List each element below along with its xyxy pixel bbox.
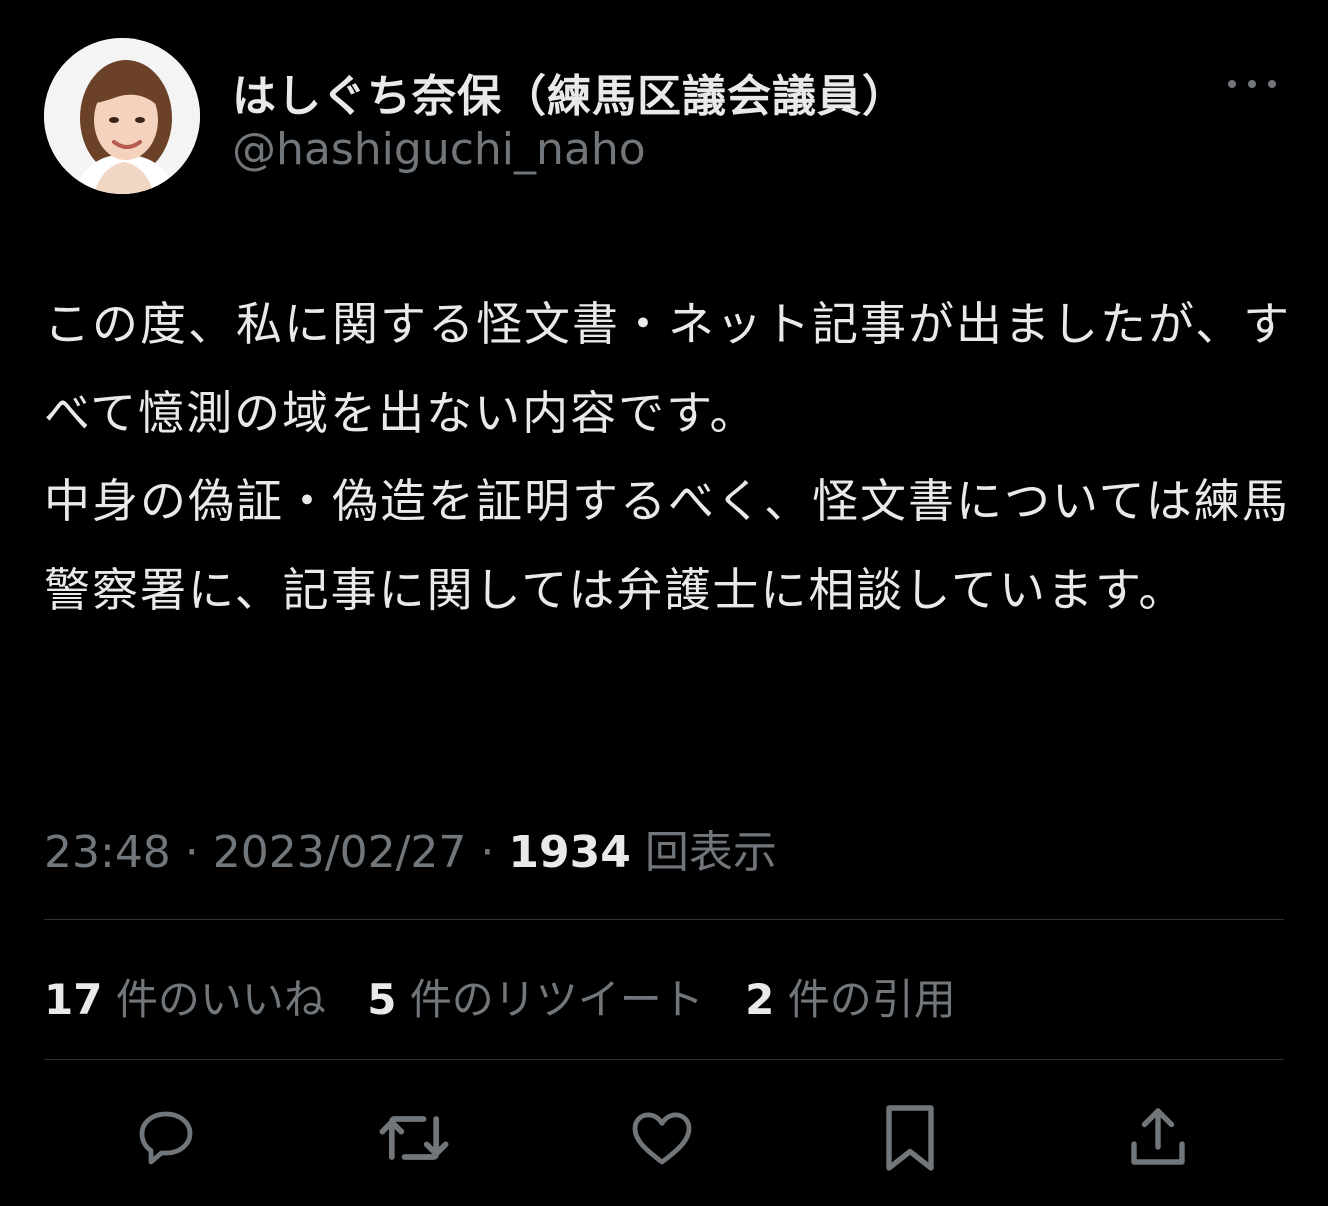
- divider: [44, 919, 1284, 920]
- bookmark-icon: [886, 1105, 934, 1171]
- meta-separator: ·: [170, 827, 213, 878]
- display-name[interactable]: はしぐち奈保（練馬区議会議員）: [232, 60, 907, 124]
- retweets-label: 件のリツイート: [409, 975, 704, 1024]
- retweets-count: 5: [367, 975, 397, 1024]
- user-handle[interactable]: @hashiguchi_naho: [232, 124, 646, 175]
- views-count[interactable]: 1934: [508, 827, 630, 878]
- likes-count: 17: [44, 975, 103, 1024]
- retweets-stat[interactable]: 5 件のリツイート: [367, 966, 704, 1027]
- retweet-icon: [379, 1116, 449, 1160]
- avatar[interactable]: [44, 38, 200, 194]
- retweet-button[interactable]: [366, 1090, 462, 1186]
- heart-icon: [632, 1112, 692, 1165]
- views-label: 回表示: [630, 827, 777, 878]
- avatar-image: [44, 38, 200, 194]
- tweet-meta: 23:48 · 2023/02/27 · 1934 回表示: [44, 816, 777, 880]
- quotes-label: 件の引用: [787, 975, 956, 1024]
- likes-stat[interactable]: 17 件のいいね: [44, 966, 326, 1027]
- reply-icon: [139, 1111, 193, 1165]
- divider: [44, 1059, 1284, 1060]
- tweet-stats: 17 件のいいね 5 件のリツイート 2 件の引用: [44, 966, 984, 1027]
- tweet-date[interactable]: 2023/02/27: [213, 827, 467, 878]
- tweet-time[interactable]: 23:48: [44, 827, 171, 878]
- bookmark-button[interactable]: [862, 1090, 958, 1186]
- share-button[interactable]: [1110, 1090, 1206, 1186]
- quotes-stat[interactable]: 2 件の引用: [745, 966, 956, 1027]
- like-button[interactable]: [614, 1090, 710, 1186]
- tweet-text: この度、私に関する怪文書・ネット記事が出ましたが、すべて憶測の域を出ない内容です…: [44, 297, 1292, 617]
- action-bar: [44, 1090, 1284, 1186]
- likes-label: 件のいいね: [115, 975, 326, 1024]
- share-icon: [1131, 1108, 1185, 1165]
- reply-button[interactable]: [118, 1090, 214, 1186]
- more-icon[interactable]: [1224, 72, 1280, 96]
- tweet-header: はしぐち奈保（練馬区議会議員） @hashiguchi_naho: [44, 38, 1284, 198]
- quotes-count: 2: [745, 975, 775, 1024]
- meta-separator: ·: [466, 827, 509, 878]
